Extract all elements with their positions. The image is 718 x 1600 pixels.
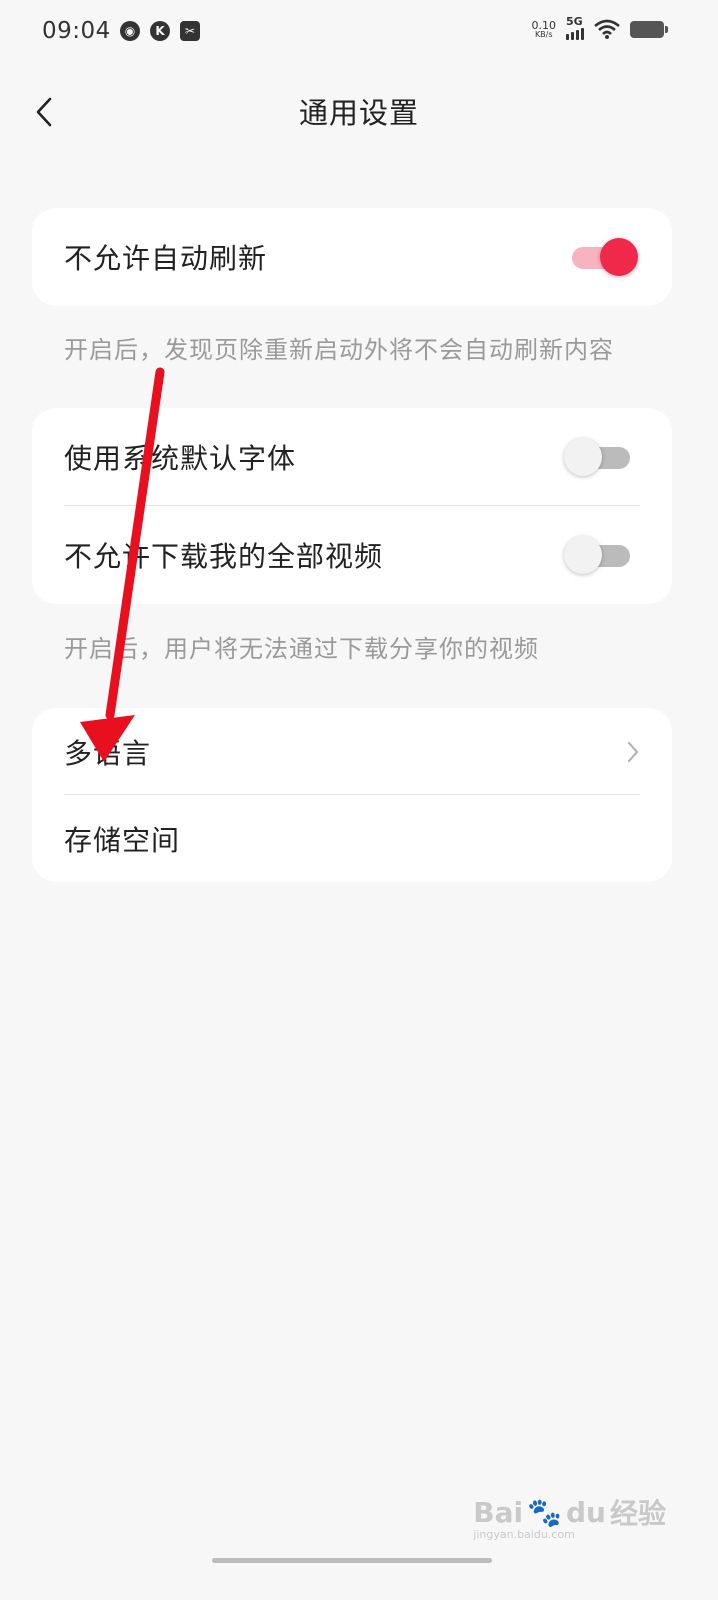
language-label: 多语言 [64, 736, 152, 770]
k-app-icon: K [150, 21, 170, 41]
cellular-signal-icon: 5G [566, 15, 584, 40]
status-right-icons: 0.10 KB/s 5G [532, 15, 668, 40]
network-type: 5G [566, 15, 583, 28]
status-bar: 09:04 ◉ K ✂ 0.10 KB/s 5G [0, 0, 718, 64]
watermark-url: jingyan.baidu.com [473, 1528, 575, 1541]
globe-icon: ◉ [120, 21, 140, 41]
battery-icon [630, 20, 668, 38]
toggle-knob [600, 238, 638, 276]
system-font-toggle[interactable] [564, 437, 632, 477]
auto-refresh-card: 不允许自动刷新 [32, 208, 672, 306]
net-speed-value: 0.10 [531, 18, 557, 32]
storage-label: 存储空间 [64, 823, 181, 857]
language-row[interactable]: 多语言 [32, 708, 672, 795]
language-storage-card: 多语言 存储空间 [32, 708, 672, 882]
page-title: 通用设置 [298, 96, 419, 130]
net-speed-unit: KB/s [534, 29, 553, 39]
auto-refresh-toggle[interactable] [570, 237, 638, 277]
status-time: 09:04 [42, 18, 111, 44]
toggle-knob [564, 438, 602, 476]
watermark-brand-tail: du [566, 1495, 606, 1529]
watermark-product: 经验 [609, 1497, 666, 1530]
disallow-download-toggle[interactable] [564, 535, 632, 575]
auto-refresh-label: 不允许自动刷新 [64, 242, 268, 275]
chevron-right-icon [627, 741, 639, 762]
settings-page: 09:04 ◉ K ✂ 0.10 KB/s 5G 通用设置 不允许自动刷新 开启… [0, 0, 718, 1600]
baidu-watermark: Bai 🐾 du 经验 jingyan.baidu.com [473, 1492, 666, 1542]
system-font-row[interactable]: 使用系统默认字体 [32, 408, 672, 506]
scan-app-icon: ✂ [180, 21, 200, 41]
watermark-brand: Bai [473, 1495, 524, 1529]
auto-refresh-row[interactable]: 不允许自动刷新 [32, 208, 672, 306]
home-indicator[interactable] [212, 1558, 492, 1563]
toggle-knob [564, 536, 602, 574]
font-download-card: 使用系统默认字体 不允许下载我的全部视频 [32, 408, 672, 604]
wifi-icon [594, 19, 620, 39]
auto-refresh-note: 开启后，发现页除重新启动外将不会自动刷新内容 [64, 336, 614, 364]
status-left-icons: ◉ K ✂ [120, 21, 200, 41]
disallow-download-label: 不允许下载我的全部视频 [64, 540, 384, 573]
net-speed: 0.10 KB/s [532, 20, 557, 39]
download-note: 开启后，用户将无法通过下载分享你的视频 [64, 635, 539, 663]
storage-row[interactable]: 存储空间 [32, 795, 672, 882]
system-font-label: 使用系统默认字体 [64, 442, 297, 475]
disallow-download-row[interactable]: 不允许下载我的全部视频 [32, 506, 672, 604]
paw-icon: 🐾 [527, 1495, 562, 1529]
